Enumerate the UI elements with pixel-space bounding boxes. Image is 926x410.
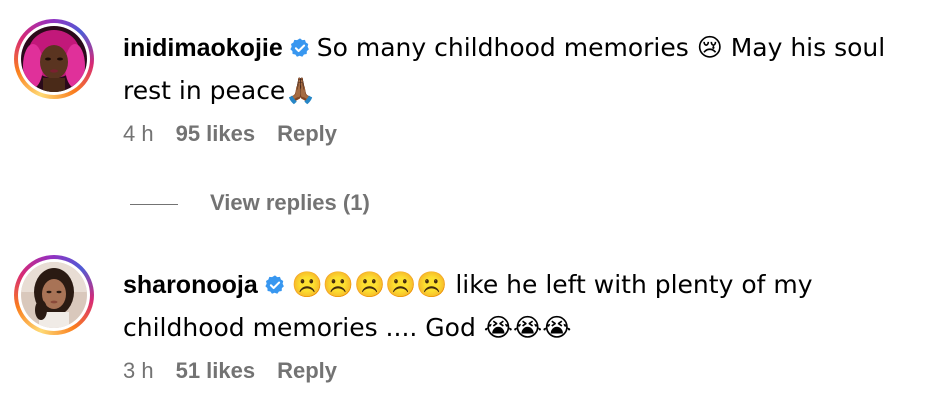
view-replies-button[interactable]: View replies (1)	[130, 190, 370, 216]
avatar[interactable]	[21, 262, 87, 328]
view-replies-label[interactable]: View replies (1)	[210, 190, 370, 215]
comment-body: inidimaokojie So many childhood memories …	[123, 28, 903, 111]
verified-badge-icon	[264, 268, 286, 308]
verified-badge-icon	[289, 31, 311, 71]
comment-username[interactable]: sharonooja	[123, 271, 258, 299]
avatar-story-ring[interactable]	[14, 255, 94, 335]
comment-body: sharonooja ☹️☹️☹️☹️☹️ like he left with p…	[123, 265, 903, 348]
comment-time: 3 h	[123, 358, 154, 383]
comment-meta: 4 h 95 likes Reply	[123, 121, 359, 147]
likes-count[interactable]: 95 likes	[176, 121, 256, 146]
reply-button[interactable]: Reply	[277, 358, 337, 383]
comment-time: 4 h	[123, 121, 154, 146]
divider-line	[130, 203, 178, 205]
likes-count[interactable]: 51 likes	[176, 358, 256, 383]
avatar[interactable]	[21, 26, 87, 92]
reply-button[interactable]: Reply	[277, 121, 337, 146]
comment-meta: 3 h 51 likes Reply	[123, 358, 359, 384]
avatar-story-ring[interactable]	[14, 19, 94, 99]
comment-username[interactable]: inidimaokojie	[123, 34, 283, 62]
